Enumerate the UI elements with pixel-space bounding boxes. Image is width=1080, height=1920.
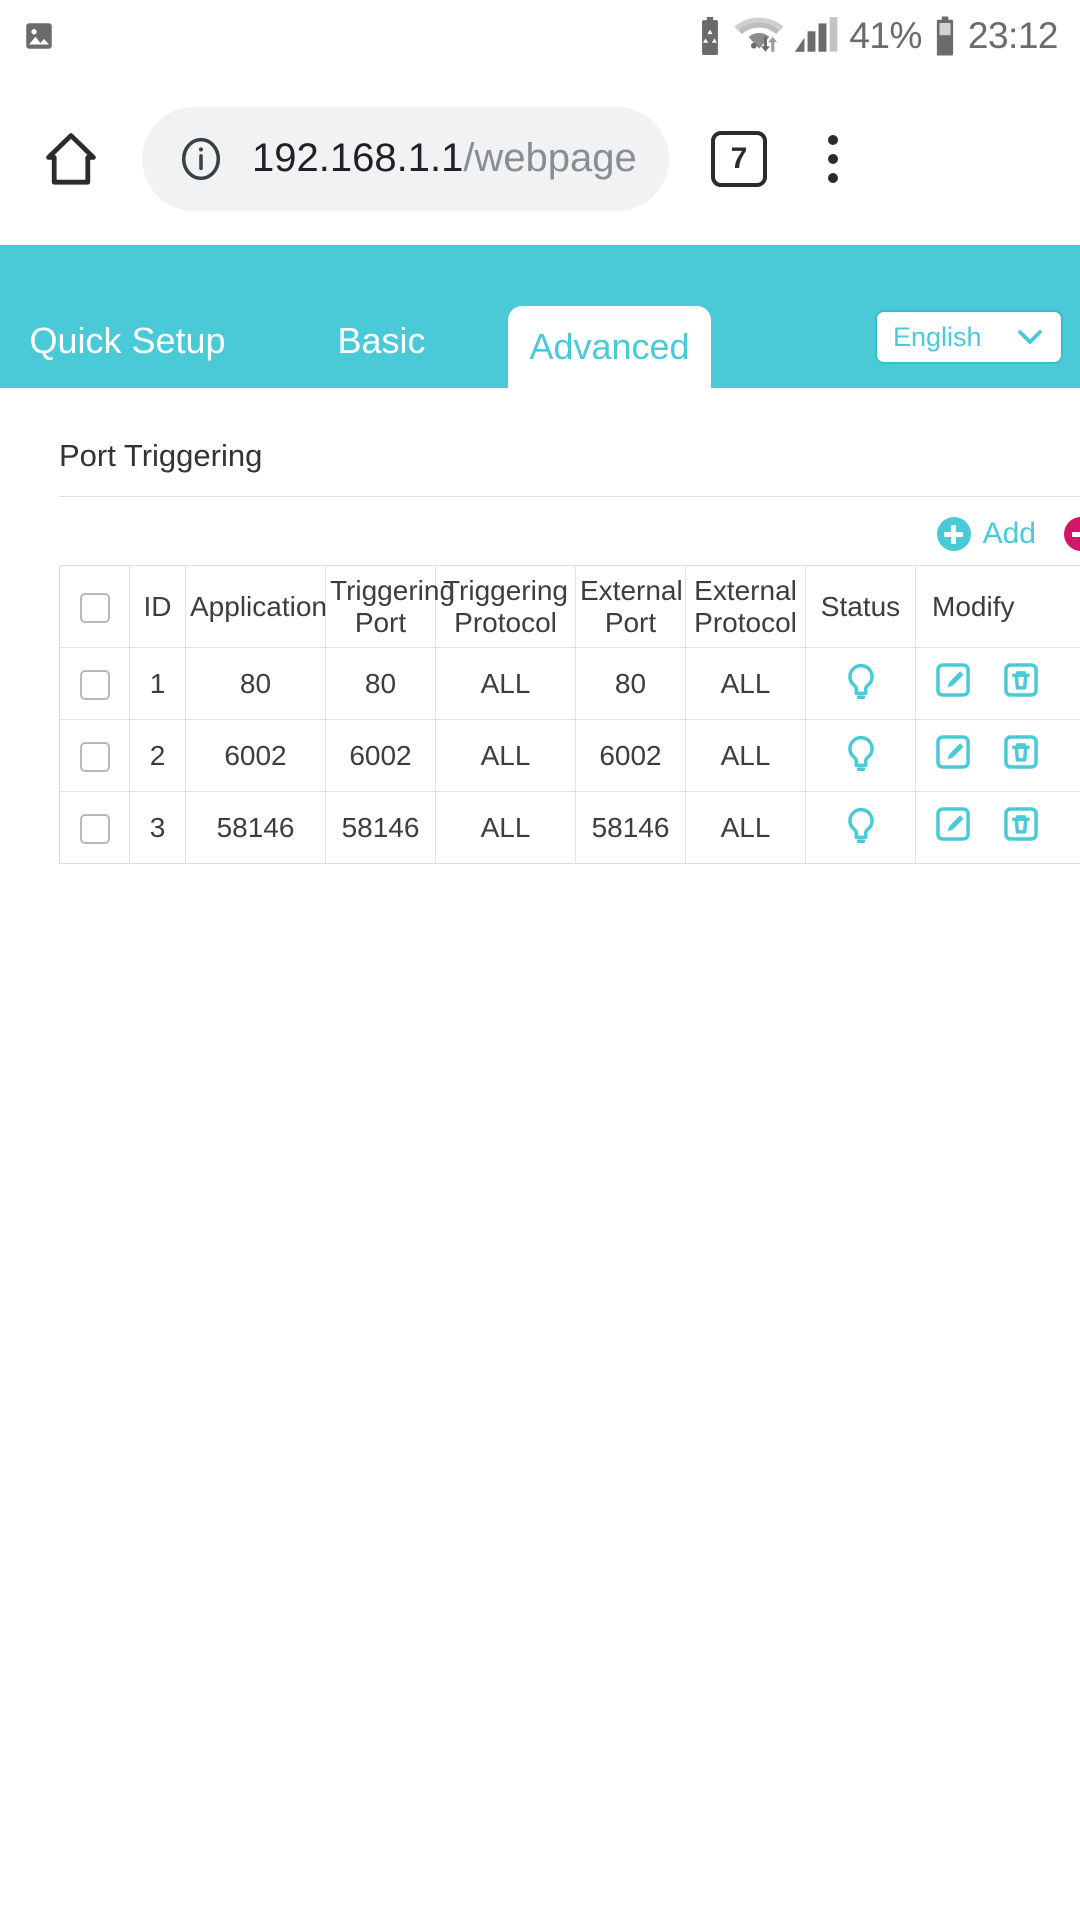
column-header-external-port: External Port [575, 565, 686, 648]
cell-triggering-port: 80 [325, 647, 436, 720]
image-icon [22, 19, 56, 53]
clock-label: 23:12 [967, 15, 1059, 56]
column-header-external-protocol: External Protocol [685, 565, 806, 648]
url-host: 192.168.1.1 [252, 136, 464, 180]
plus-circle-icon [936, 517, 971, 551]
row-checkbox-cell[interactable] [59, 647, 130, 720]
battery-percent-label: 41% [849, 15, 922, 56]
edit-icon[interactable] [934, 733, 972, 778]
port-triggering-table-container: Add ID Application Triggering Port Trigg [59, 497, 1080, 864]
cell-triggering-port: 6002 [325, 719, 436, 792]
delete-button[interactable] [1064, 517, 1080, 551]
lightbulb-icon[interactable] [810, 734, 911, 778]
cell-modify[interactable] [916, 792, 1080, 864]
column-header-id: ID [129, 565, 186, 648]
cell-application: 6002 [185, 719, 326, 792]
home-icon[interactable] [30, 118, 112, 200]
cell-id: 1 [129, 647, 186, 720]
delete-icon[interactable] [1002, 733, 1040, 778]
cell-modify[interactable] [915, 719, 1080, 792]
column-header-modify: Modify [915, 565, 1080, 648]
table-header-row: ID Application Triggering Port Triggerin… [59, 565, 1080, 648]
cell-external-port: 80 [575, 647, 686, 720]
table-header: ID Application Triggering Port Triggerin… [59, 565, 1080, 648]
column-header-triggering-port: Triggering Port [325, 565, 455, 648]
minus-circle-icon [1064, 517, 1080, 551]
cell-triggering-port: 58146 [325, 791, 436, 864]
edit-icon[interactable] [934, 661, 972, 706]
tab-basic[interactable]: Basic [255, 320, 508, 388]
column-header-status: Status [805, 565, 916, 648]
table-action-bar: Add [59, 497, 1080, 565]
lightbulb-icon[interactable] [810, 806, 911, 850]
android-status-bar: 41% 23:12 [0, 0, 1080, 72]
page-title: Port Triggering [59, 438, 263, 473]
language-select[interactable]: English [875, 310, 1063, 364]
select-all-cell[interactable] [59, 565, 130, 648]
tab-count-label: 7 [730, 141, 748, 175]
cell-status[interactable] [805, 719, 916, 792]
cell-triggering-protocol: ALL [435, 791, 576, 864]
chevron-down-icon [1015, 327, 1045, 347]
cell-modify[interactable] [915, 647, 1080, 720]
browser-toolbar: 192.168.1.1/webpages 7 [0, 72, 1080, 245]
cell-external-protocol: ALL [685, 647, 806, 720]
tab-quick-setup[interactable]: Quick Setup [0, 320, 255, 388]
cell-id: 2 [129, 719, 186, 792]
cell-triggering-protocol: ALL [435, 647, 576, 720]
wifi-icon [733, 16, 785, 56]
delete-icon[interactable] [1002, 661, 1040, 706]
cell-id: 3 [129, 791, 186, 864]
row-checkbox-cell[interactable] [59, 791, 130, 864]
cell-external-port: 6002 [575, 719, 686, 792]
table-row[interactable]: 2 6002 6002 ALL 6002 ALL [59, 719, 1080, 792]
page-content: Port Triggering Add ID Application Trigg… [0, 388, 1080, 864]
table-body: 1 80 80 ALL 80 ALL 2 6002 6002 ALL 6002 … [59, 647, 1080, 864]
cell-application: 58146 [185, 791, 326, 864]
row-checkbox-cell[interactable] [59, 719, 130, 792]
port-triggering-table: ID Application Triggering Port Triggerin… [59, 565, 1080, 864]
overflow-menu-icon[interactable] [793, 119, 873, 199]
menu-dot [828, 172, 838, 183]
column-header-triggering-protocol: Triggering Protocol [435, 565, 576, 648]
minus-bar-horizontal [1071, 531, 1080, 537]
nav-tabs: Quick Setup Basic Advanced [0, 245, 711, 388]
signal-icon [795, 17, 839, 55]
table-row[interactable]: 3 58146 58146 ALL 58146 ALL [59, 791, 1080, 864]
cell-status[interactable] [805, 791, 916, 864]
cell-external-protocol: ALL [685, 719, 806, 792]
add-button[interactable]: Add [936, 517, 1036, 551]
row-checkbox[interactable] [79, 669, 110, 700]
menu-dot [828, 153, 838, 164]
battery-saver-icon [697, 17, 723, 55]
row-checkbox[interactable] [79, 813, 110, 844]
cell-application: 80 [185, 647, 326, 720]
lightbulb-icon[interactable] [810, 662, 911, 706]
url-path: /webpages [463, 136, 635, 180]
battery-icon [932, 16, 958, 56]
cell-external-port: 58146 [575, 791, 686, 864]
language-select-value: English [893, 321, 982, 352]
edit-icon[interactable] [934, 805, 972, 850]
row-checkbox[interactable] [79, 741, 110, 772]
router-nav-header: Quick Setup Basic Advanced English [0, 245, 1080, 388]
tab-counter-button[interactable]: 7 [711, 130, 767, 187]
url-bar[interactable]: 192.168.1.1/webpages [142, 106, 669, 211]
url-text: 192.168.1.1/webpages [252, 136, 635, 181]
delete-icon[interactable] [1002, 805, 1040, 850]
add-button-label: Add [982, 517, 1036, 550]
select-all-checkbox[interactable] [79, 592, 110, 623]
table-row[interactable]: 1 80 80 ALL 80 ALL [59, 647, 1080, 720]
cell-external-protocol: ALL [685, 791, 806, 864]
menu-dot [828, 134, 838, 145]
cell-status[interactable] [805, 647, 916, 720]
column-header-application: Application [185, 565, 327, 648]
info-icon[interactable] [176, 134, 226, 184]
tab-advanced[interactable]: Advanced [508, 306, 711, 388]
plus-bar-vertical [951, 524, 957, 544]
cell-triggering-protocol: ALL [435, 719, 576, 792]
